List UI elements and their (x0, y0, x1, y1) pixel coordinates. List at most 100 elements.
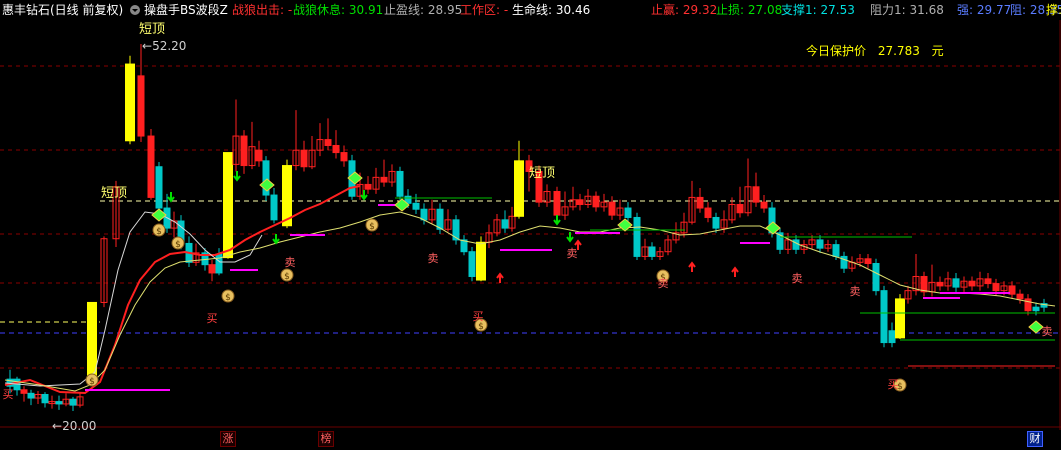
candle-body (300, 149, 308, 168)
down-arrow-icon (553, 215, 561, 226)
candle-body (215, 253, 223, 274)
candle-body (633, 216, 641, 257)
signal-text: 买 (473, 310, 484, 323)
indicator-header: 惠丰钻石(日线 前复权) 操盘手BS波段Z 战狼出击: - 战狼休息: 30.9… (0, 0, 1061, 20)
candle-body (992, 283, 1000, 292)
candle-body (832, 244, 840, 257)
candle-body (880, 290, 888, 344)
candle-body (712, 216, 720, 229)
dropdown-icon[interactable] (130, 5, 140, 15)
candle-body (592, 195, 600, 208)
money-bag-symbol: $ (369, 222, 375, 232)
candle-body (20, 389, 28, 394)
signal-text: 买 (888, 378, 899, 391)
candle-body (125, 63, 135, 142)
indicator-name[interactable]: 操盘手BS波段Z (144, 3, 228, 17)
candle-body (608, 201, 616, 216)
candle-body (696, 196, 704, 209)
candle-body (412, 202, 420, 210)
money-bag-symbol: $ (284, 272, 290, 282)
candle-body (936, 281, 944, 287)
candle-body (27, 392, 35, 399)
candle-body (792, 239, 800, 250)
signal-text: 卖 (1042, 325, 1053, 338)
signal-text: 卖 (285, 256, 296, 269)
candle-body (1016, 293, 1024, 300)
short-top-label-2: 短顶 (101, 186, 128, 201)
candle-body (55, 401, 63, 405)
protect-price: 今日保护价 27.783 元 (806, 42, 944, 59)
candle-body (240, 135, 248, 167)
right-item-2: 支撑1: 27.53 (781, 3, 855, 17)
candle-body (553, 191, 561, 216)
candle-body (920, 275, 928, 293)
candle-body (332, 144, 340, 154)
candle-body (888, 330, 896, 344)
candle-body (324, 139, 332, 146)
ranking-marker[interactable]: 榜 (318, 431, 334, 447)
candle-body (984, 278, 992, 285)
down-arrow-icon (360, 190, 368, 201)
header-item-2: 止盈线: 28.95 (384, 3, 463, 17)
header-item-0: 战狼出击: - (232, 3, 293, 17)
money-bag-symbol: $ (175, 240, 181, 250)
diamond-icon (765, 221, 781, 235)
protect-price-value: 27.783 (877, 44, 920, 58)
candle-body (648, 246, 656, 257)
right-item-1: 止损: 27.08 (716, 3, 783, 17)
candle-body (147, 135, 155, 198)
signal-text: 卖 (792, 272, 803, 285)
short-top-label-1: 短顶 (139, 22, 166, 37)
money-bag-symbol: $ (156, 227, 162, 237)
money-bag-symbol: $ (478, 322, 484, 332)
candle-body (501, 219, 509, 229)
diamond-icon (259, 178, 275, 192)
candle-body (69, 398, 77, 406)
protect-price-unit: 元 (931, 44, 944, 58)
candle-body (270, 194, 278, 221)
candle-body (223, 152, 233, 259)
candle-body (380, 176, 388, 183)
down-arrow-icon (167, 192, 175, 203)
signal-text: 买 (3, 388, 14, 401)
candle-body (476, 241, 486, 281)
limit-up-marker[interactable]: 涨 (220, 431, 236, 447)
candle-body (41, 393, 49, 404)
candle-body (155, 166, 163, 209)
header-item-3: 工作区: - (460, 3, 509, 17)
candlestick-chart[interactable]: $$$$$$$$$买买 买买卖卖卖卖 卖卖卖 (0, 0, 1061, 450)
high-price-label: ←52.20 (142, 39, 187, 53)
money-bag-symbol: $ (89, 377, 95, 387)
candle-body (282, 165, 292, 227)
up-arrow-icon (688, 261, 696, 272)
signal-text: 买 (207, 312, 218, 325)
candle-body (420, 208, 428, 221)
candle-body (872, 263, 880, 292)
diamond-icon (617, 218, 633, 232)
low-price-label: ←20.00 (52, 419, 97, 433)
header-item-1: 战狼休息: 30.91 (293, 3, 384, 17)
candle-body (760, 201, 768, 209)
candle-body (576, 199, 584, 205)
signal-text: 卖 (567, 247, 578, 260)
candle-body (968, 280, 976, 287)
candle-body (736, 203, 744, 214)
right-item-0: 止赢: 29.32 (651, 3, 718, 17)
candle-body (364, 183, 372, 190)
signal-text: 卖 (850, 285, 861, 298)
signal-text: 卖 (428, 252, 439, 265)
candle-body (436, 208, 444, 230)
candle-body (816, 239, 824, 249)
finance-marker[interactable]: 财 (1027, 431, 1043, 447)
candle-body (255, 149, 263, 162)
up-arrow-icon (731, 266, 739, 277)
candle-body (1032, 306, 1040, 312)
candle-body (468, 251, 476, 277)
down-arrow-icon (566, 232, 574, 243)
right-item-6: 撑: (1046, 3, 1061, 17)
down-arrow-icon (272, 234, 280, 245)
stock-title[interactable]: 惠丰钻石(日线 前复权) (2, 3, 123, 17)
ma-red-line (4, 185, 361, 395)
candle-body (895, 298, 905, 339)
candle-body (137, 75, 145, 137)
